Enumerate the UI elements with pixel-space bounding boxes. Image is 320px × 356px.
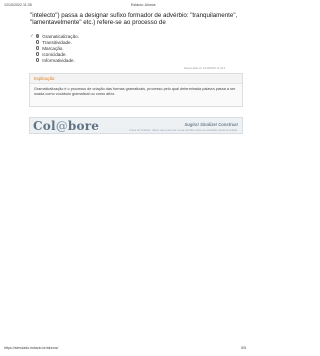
option-label: Informatividade. <box>42 57 75 63</box>
radio-button[interactable] <box>36 46 40 50</box>
option-label: Transitividade. <box>42 39 72 45</box>
colabore-logo: Col@bore <box>33 119 100 133</box>
explanation-heading: Explicação: <box>30 74 242 84</box>
print-url: https://simulado.estacio.br/alunos/ <box>4 346 59 350</box>
question-text: "intelecto") passa a designar sufixo for… <box>30 12 238 26</box>
radio-button[interactable] <box>36 40 40 44</box>
option-label: Gramaticalização. <box>42 33 79 39</box>
radio-button[interactable] <box>36 58 40 62</box>
print-datetime: 12/10/2022 11:35 <box>4 3 32 7</box>
print-page-title: Estácio: Alunos <box>131 3 156 7</box>
check-icon: ✓ <box>30 33 34 38</box>
answer-options: ✓ Gramaticalização. Transitividade. Marc… <box>29 33 79 63</box>
explanation-text: Gramaticalização é o processo de criação… <box>34 87 236 96</box>
option-label: Marcação. <box>42 45 64 51</box>
option-item[interactable]: Informatividade. <box>29 57 79 63</box>
answered-timestamp: Respondido em 12/10/2022 11:34:3 <box>184 67 226 70</box>
print-page-number: 5/5 <box>241 346 246 350</box>
explanation-panel: Explicação: Gramaticalização é o process… <box>29 73 243 107</box>
radio-button[interactable] <box>36 52 40 56</box>
colabore-banner[interactable]: Col@bore Sugira! Sinalize! Construa! Ant… <box>29 117 243 134</box>
banner-slogan: Sugira! Sinalize! Construa! <box>184 122 238 127</box>
option-label: Iconicidade. <box>42 51 67 57</box>
radio-button[interactable] <box>36 34 40 38</box>
banner-feedback-link[interactable]: Antes de finalizar, clique aqui para dar… <box>129 128 238 132</box>
